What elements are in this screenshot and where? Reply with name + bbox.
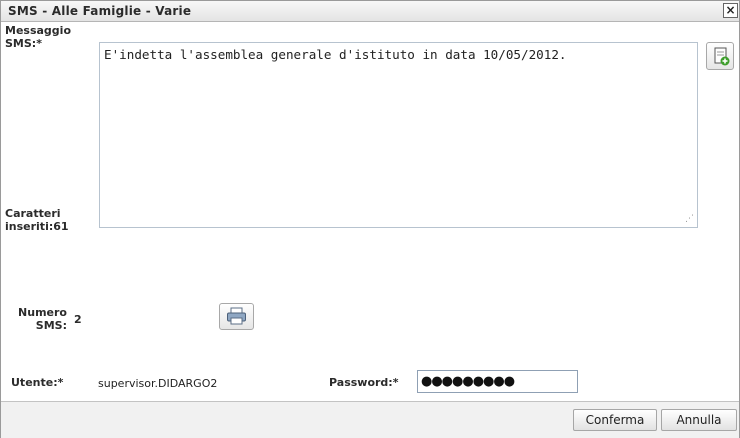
password-value: ●●●●●●●●●	[421, 374, 515, 389]
chars-label-line1: Caratteri	[5, 207, 61, 220]
dialog-footer: Conferma Annulla	[1, 401, 739, 438]
sms-count-label-line1: Numero	[18, 306, 67, 319]
chars-count-label: Caratteri inseriti:61	[5, 207, 69, 233]
add-document-icon	[714, 47, 730, 66]
confirm-button[interactable]: Conferma	[573, 409, 657, 431]
add-attachment-button[interactable]	[706, 42, 734, 70]
dialog-titlebar[interactable]: SMS - Alle Famiglie - Varie ×	[1, 1, 739, 22]
chars-label-line2: inseriti:61	[5, 220, 69, 233]
dialog-title: SMS - Alle Famiglie - Varie	[8, 4, 192, 18]
password-label: Password:*	[329, 376, 399, 389]
message-label-line2: SMS:*	[5, 37, 42, 50]
sms-count-label-line2: SMS:	[35, 319, 67, 332]
resize-grip-icon[interactable]: ⋰	[685, 215, 694, 224]
user-label: Utente:*	[11, 376, 64, 389]
close-icon[interactable]: ×	[723, 3, 738, 18]
cancel-button[interactable]: Annulla	[661, 409, 737, 431]
password-field[interactable]: ●●●●●●●●●	[417, 370, 578, 393]
message-label: Messaggio SMS:*	[5, 24, 71, 50]
sms-count-value: 2	[74, 313, 82, 326]
sms-dialog: SMS - Alle Famiglie - Varie × Messaggio …	[0, 0, 740, 438]
sms-count-label: Numero SMS:	[11, 306, 67, 332]
message-text[interactable]: E'indetta l'assemblea generale d'istitut…	[104, 47, 567, 62]
print-button[interactable]	[219, 303, 254, 330]
message-label-line1: Messaggio	[5, 24, 71, 37]
message-textarea[interactable]: E'indetta l'assemblea generale d'istitut…	[99, 42, 698, 228]
printer-icon	[227, 307, 246, 325]
user-value: supervisor.DIDARGO2	[98, 377, 218, 390]
